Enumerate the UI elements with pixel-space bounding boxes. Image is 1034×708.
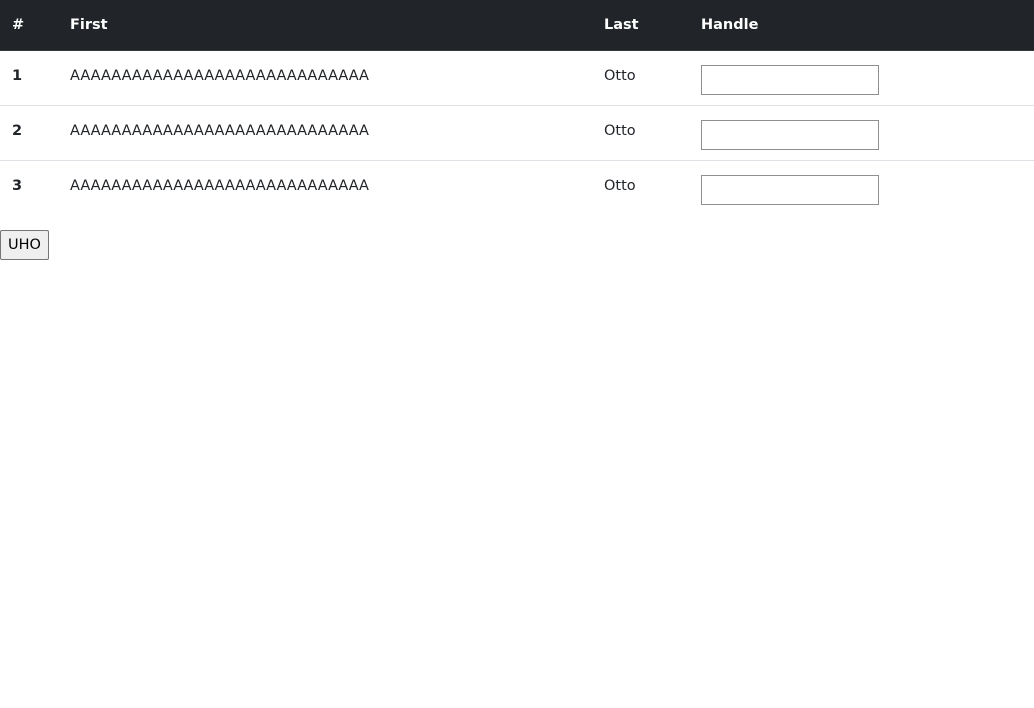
table-body: 1 AAAAAAAAAAAAAAAAAAAAAAAAAAAAA Otto 2 A… (0, 50, 1034, 215)
first-name-text: AAAAAAAAAAAAAAAAAAAAAAAAAAAAA (70, 122, 369, 139)
row-number-text: 1 (12, 67, 23, 84)
table-row: 2 AAAAAAAAAAAAAAAAAAAAAAAAAAAAA Otto (0, 105, 1034, 160)
last-name-cell: Otto (592, 160, 689, 215)
first-name-cell: AAAAAAAAAAAAAAAAAAAAAAAAAAAAA (58, 160, 592, 215)
table-row: 1 AAAAAAAAAAAAAAAAAAAAAAAAAAAAA Otto (0, 50, 1034, 105)
last-name-text: Otto (604, 67, 636, 84)
row-number-text: 2 (12, 122, 23, 139)
table-row: 3 AAAAAAAAAAAAAAAAAAAAAAAAAAAAA Otto (0, 160, 1034, 215)
table-header: # First Last Handle (0, 0, 1034, 51)
handle-input[interactable] (701, 119, 879, 150)
table-header-row: # First Last Handle (0, 0, 1034, 51)
handle-cell (689, 105, 1034, 160)
first-name-text: AAAAAAAAAAAAAAAAAAAAAAAAAAAAA (70, 67, 369, 84)
row-number: 2 (0, 105, 58, 160)
uho-button[interactable]: UHO (0, 230, 49, 260)
last-name-cell: Otto (592, 50, 689, 105)
header-first: First (58, 0, 592, 51)
first-name-text: AAAAAAAAAAAAAAAAAAAAAAAAAAAAA (70, 177, 369, 194)
row-number-text: 3 (12, 177, 23, 194)
handle-cell (689, 50, 1034, 105)
header-handle: Handle (689, 0, 1034, 51)
last-name-text: Otto (604, 122, 636, 139)
header-last: Last (592, 0, 689, 51)
last-name-text: Otto (604, 177, 636, 194)
action-row: UHO (0, 215, 1034, 260)
last-name-cell: Otto (592, 105, 689, 160)
row-number: 1 (0, 50, 58, 105)
header-num: # (0, 0, 58, 51)
handle-input[interactable] (701, 64, 879, 95)
first-name-cell: AAAAAAAAAAAAAAAAAAAAAAAAAAAAA (58, 50, 592, 105)
row-number: 3 (0, 160, 58, 215)
handle-cell (689, 160, 1034, 215)
handle-input[interactable] (701, 174, 879, 205)
data-table: # First Last Handle 1 AAAAAAAAAAAAAAAAAA… (0, 0, 1034, 215)
first-name-cell: AAAAAAAAAAAAAAAAAAAAAAAAAAAAA (58, 105, 592, 160)
